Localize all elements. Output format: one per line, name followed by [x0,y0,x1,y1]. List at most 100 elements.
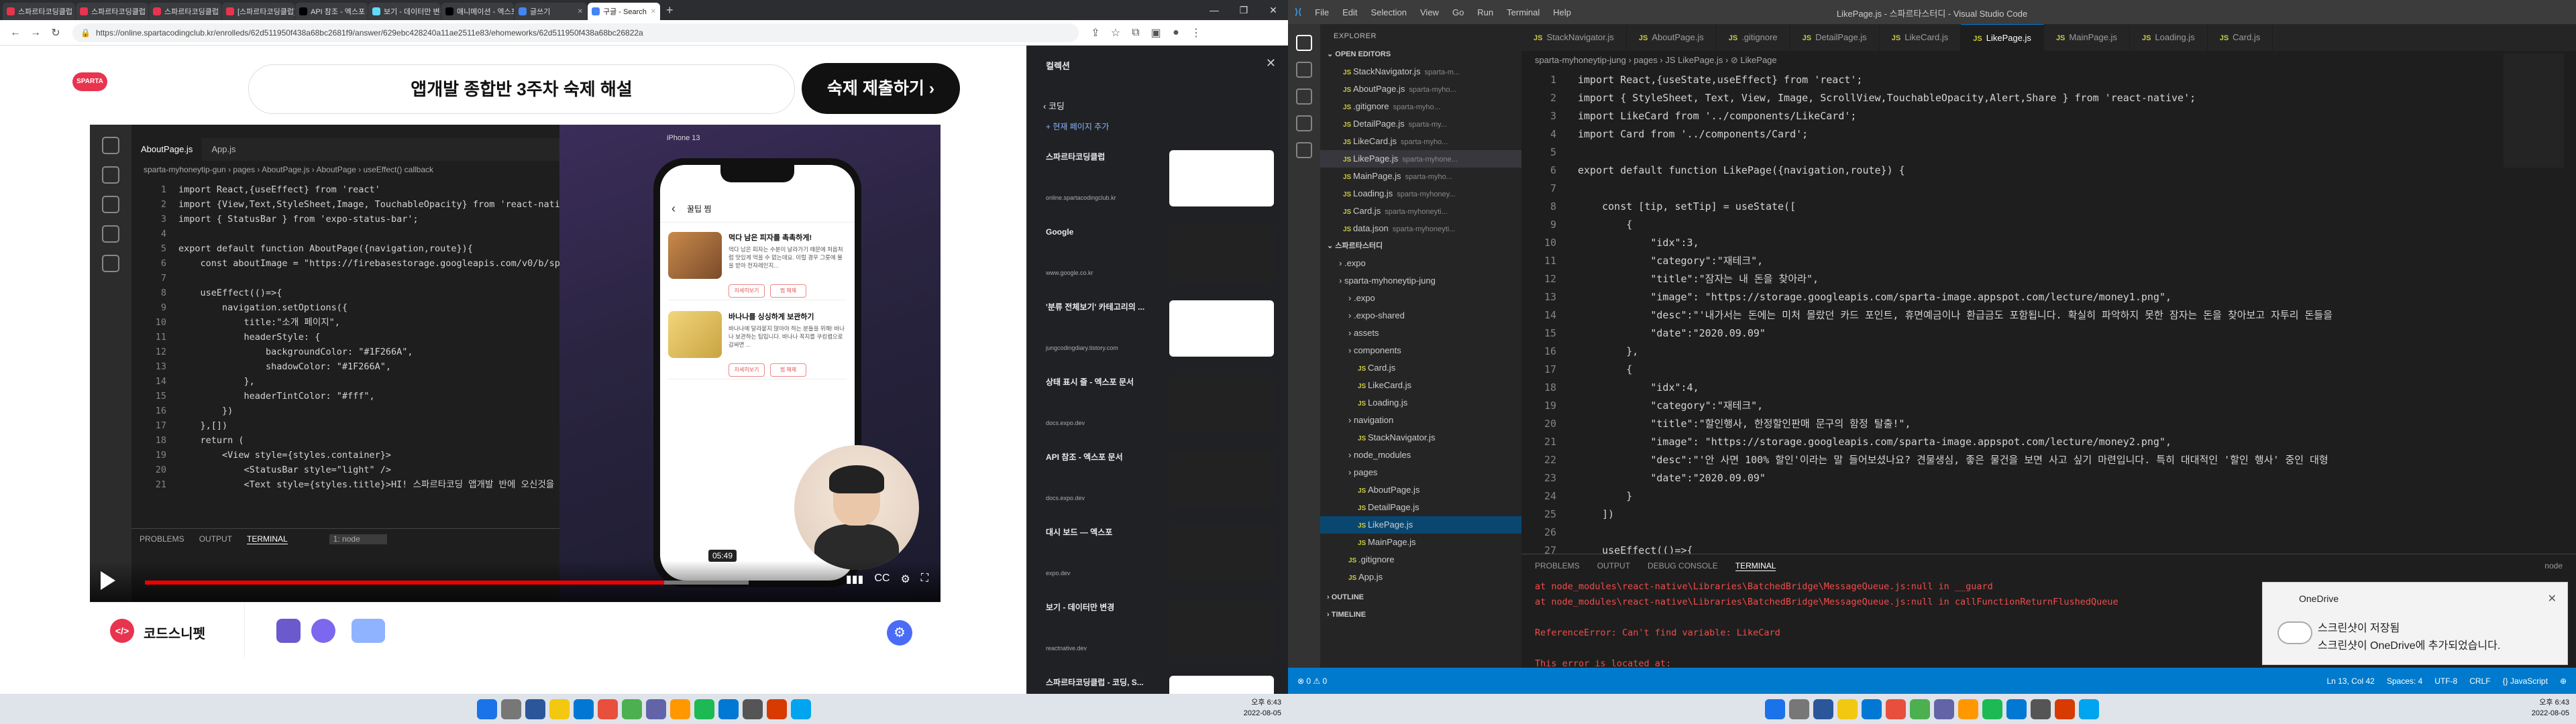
tree-item[interactable]: JS Loading.js [1320,394,1521,412]
fullscreen-icon[interactable]: ⛶ [921,572,928,586]
minimize-icon[interactable]: — [1199,0,1229,20]
video-player[interactable]: AboutPage.js App.js sparta-myhoneytip-gu… [90,125,941,602]
collection-item[interactable]: 대시 보드 — 엑스포 expo.dev [1046,522,1274,589]
taskbar-app-icon[interactable] [1765,699,1785,719]
taskbar-app-icon[interactable] [1982,699,2002,719]
taskbar-app-icon[interactable] [598,699,618,719]
tree-item[interactable]: JS DetailPage.js [1320,499,1521,516]
taskbar-app-icon[interactable] [1789,699,1809,719]
panel-tab-problems[interactable]: PROBLEMS [1535,561,1580,571]
browser-tab[interactable]: 보기 - 데이터만 변경✕ [368,3,441,20]
onedrive-toast[interactable]: OneDrive ✕ 스크린샷이 저장됨 스크린샷이 OneDrive에 추가되… [2262,582,2568,665]
close-icon[interactable]: ✕ [2548,592,2557,605]
tree-item[interactable]: JS App.js [1320,568,1521,586]
open-editor-item[interactable]: JS data.json sparta-myhoneyti... [1320,220,1521,237]
browser-tab[interactable]: 스파르타코딩클럽✕ [3,3,75,20]
terminal-select[interactable]: node [2544,561,2563,571]
open-editor-item[interactable]: JS AboutPage.js sparta-myho... [1320,80,1521,98]
close-icon[interactable]: ✕ [1266,56,1276,70]
close-tab-icon[interactable]: ✕ [648,8,656,15]
open-editor-item[interactable]: JS .gitignore sparta-myho... [1320,98,1521,115]
browser-tab[interactable]: 글쓰기 ✕ [515,3,587,20]
menu-item[interactable]: Selection [1364,7,1413,17]
workspace-header[interactable]: ⌄ 스파르타스터디 [1320,237,1521,255]
menu-item[interactable]: Go [1446,7,1470,17]
document-icon[interactable] [276,619,301,643]
open-editor-item[interactable]: JS LikeCard.js sparta-myho... [1320,133,1521,150]
maximize-icon[interactable]: ❐ [1229,0,1258,20]
sparta-logo[interactable]: SPARTA [72,72,107,91]
run-debug-icon[interactable] [1296,115,1312,131]
taskbar-app-icon[interactable] [1813,699,1833,719]
taskbar-app-icon[interactable] [2031,699,2051,719]
tree-item[interactable]: JS Card.js [1320,359,1521,377]
address-bar[interactable]: 🔒 https://online.spartacodingclub.kr/enr… [72,23,1079,42]
open-editors-header[interactable]: ⌄ OPEN EDITORS [1320,46,1521,63]
problems-count[interactable]: ⊗ 0 ⚠ 0 [1297,676,1327,686]
panel-tab-terminal[interactable]: TERMINAL [1735,561,1776,571]
volume-icon[interactable]: ▮▮▮ [846,572,863,586]
editor-tab[interactable]: JS Card.js [2208,24,2273,51]
tree-item[interactable]: JS MainPage.js [1320,534,1521,551]
open-editor-item[interactable]: JS StackNavigator.js sparta-m... [1320,63,1521,80]
editor-tab[interactable]: JS LikePage.js [1961,24,2044,51]
taskbar-app-icon[interactable] [1862,699,1882,719]
collection-item[interactable]: Google www.google.co.kr [1046,221,1274,288]
tree-item[interactable]: › components [1320,342,1521,359]
chat-icon[interactable] [311,619,335,643]
tree-item[interactable]: JS AboutPage.js [1320,481,1521,499]
close-tab-icon[interactable]: ✕ [72,8,76,15]
minimap[interactable] [2504,54,2564,168]
taskbar-app-icon[interactable] [767,699,787,719]
tree-item[interactable]: › .expo [1320,255,1521,272]
menu-item[interactable]: Edit [1336,7,1364,17]
editor-tab[interactable]: JS StackNavigator.js [1521,24,1627,51]
open-editor-item[interactable]: JS LikePage.js sparta-myhone... [1320,150,1521,168]
close-icon[interactable]: ✕ [1258,0,1288,20]
search-icon[interactable] [1296,62,1312,78]
collection-name[interactable]: ‹ 코딩 [1043,99,1065,112]
feedback-icon[interactable]: ⊕ [2560,676,2567,686]
collection-item[interactable]: 보기 - 데이터만 변경 reactnative.dev [1046,597,1274,664]
editor-tab[interactable]: JS DetailPage.js [1790,24,1880,51]
editor-tab[interactable]: JS .gitignore [1717,24,1790,51]
browser-tab[interactable]: 애니메이션 - 엑스포 문✕ [441,3,514,20]
taskbar-app-icon[interactable] [670,699,690,719]
open-editor-item[interactable]: JS Card.js sparta-myhoneyti... [1320,202,1521,220]
taskbar-app-icon[interactable] [2079,699,2099,719]
taskbar-app-icon[interactable] [2055,699,2075,719]
open-editor-item[interactable]: JS DetailPage.js sparta-my... [1320,115,1521,133]
faq-icon[interactable] [352,619,385,643]
tree-item[interactable]: JS LikeCard.js [1320,377,1521,394]
close-tab-icon[interactable]: ✕ [146,8,149,15]
play-icon[interactable] [101,571,115,590]
editor-tab[interactable]: JS MainPage.js [2044,24,2130,51]
collection-item[interactable]: 스파르타코딩클럽 online.spartacodingclub.kr [1046,146,1274,213]
browser-tab[interactable]: 스파르타코딩클럽✕ [76,3,148,20]
tree-item[interactable]: › .expo [1320,290,1521,307]
tree-item[interactable]: › navigation [1320,412,1521,429]
collection-item[interactable]: API 참조 - 엑스포 문서 docs.expo.dev [1046,446,1274,514]
menu-item[interactable]: File [1308,7,1336,17]
extensions-icon[interactable] [1296,142,1312,158]
forward-icon[interactable]: → [25,27,46,39]
tree-item[interactable]: › pages [1320,464,1521,481]
line-ending[interactable]: CRLF [2469,676,2490,686]
taskbar-app-icon[interactable] [574,699,594,719]
tree-item[interactable]: › assets [1320,324,1521,342]
gear-icon[interactable]: ⚙ [887,620,912,646]
timeline-header[interactable]: › TIMELINE [1320,606,1521,623]
taskbar-app-icon[interactable] [549,699,570,719]
collection-item[interactable]: 상태 표시 줄 - 엑스포 문서 docs.expo.dev [1046,371,1274,438]
cursor-position[interactable]: Ln 13, Col 42 [2326,676,2374,686]
taskbar-app-icon[interactable] [1837,699,1858,719]
tree-item[interactable]: › .expo-shared [1320,307,1521,324]
progress-bar[interactable] [145,581,749,585]
submit-homework-button[interactable]: 숙제 제출하기 › [802,63,960,114]
panel-tab-output[interactable]: OUTPUT [1597,561,1630,571]
star-icon[interactable]: ☆ [1106,26,1126,40]
browser-tab[interactable]: API 참조 - 엑스포 문서✕ [295,3,368,20]
taskbar-app-icon[interactable] [501,699,521,719]
browser-tab[interactable]: [스파르타코딩클럽] 1✕ [222,3,294,20]
collection-item[interactable]: '분류 전체보기' 카테고리의 ... jungcodingdiary.tisto… [1046,296,1274,363]
